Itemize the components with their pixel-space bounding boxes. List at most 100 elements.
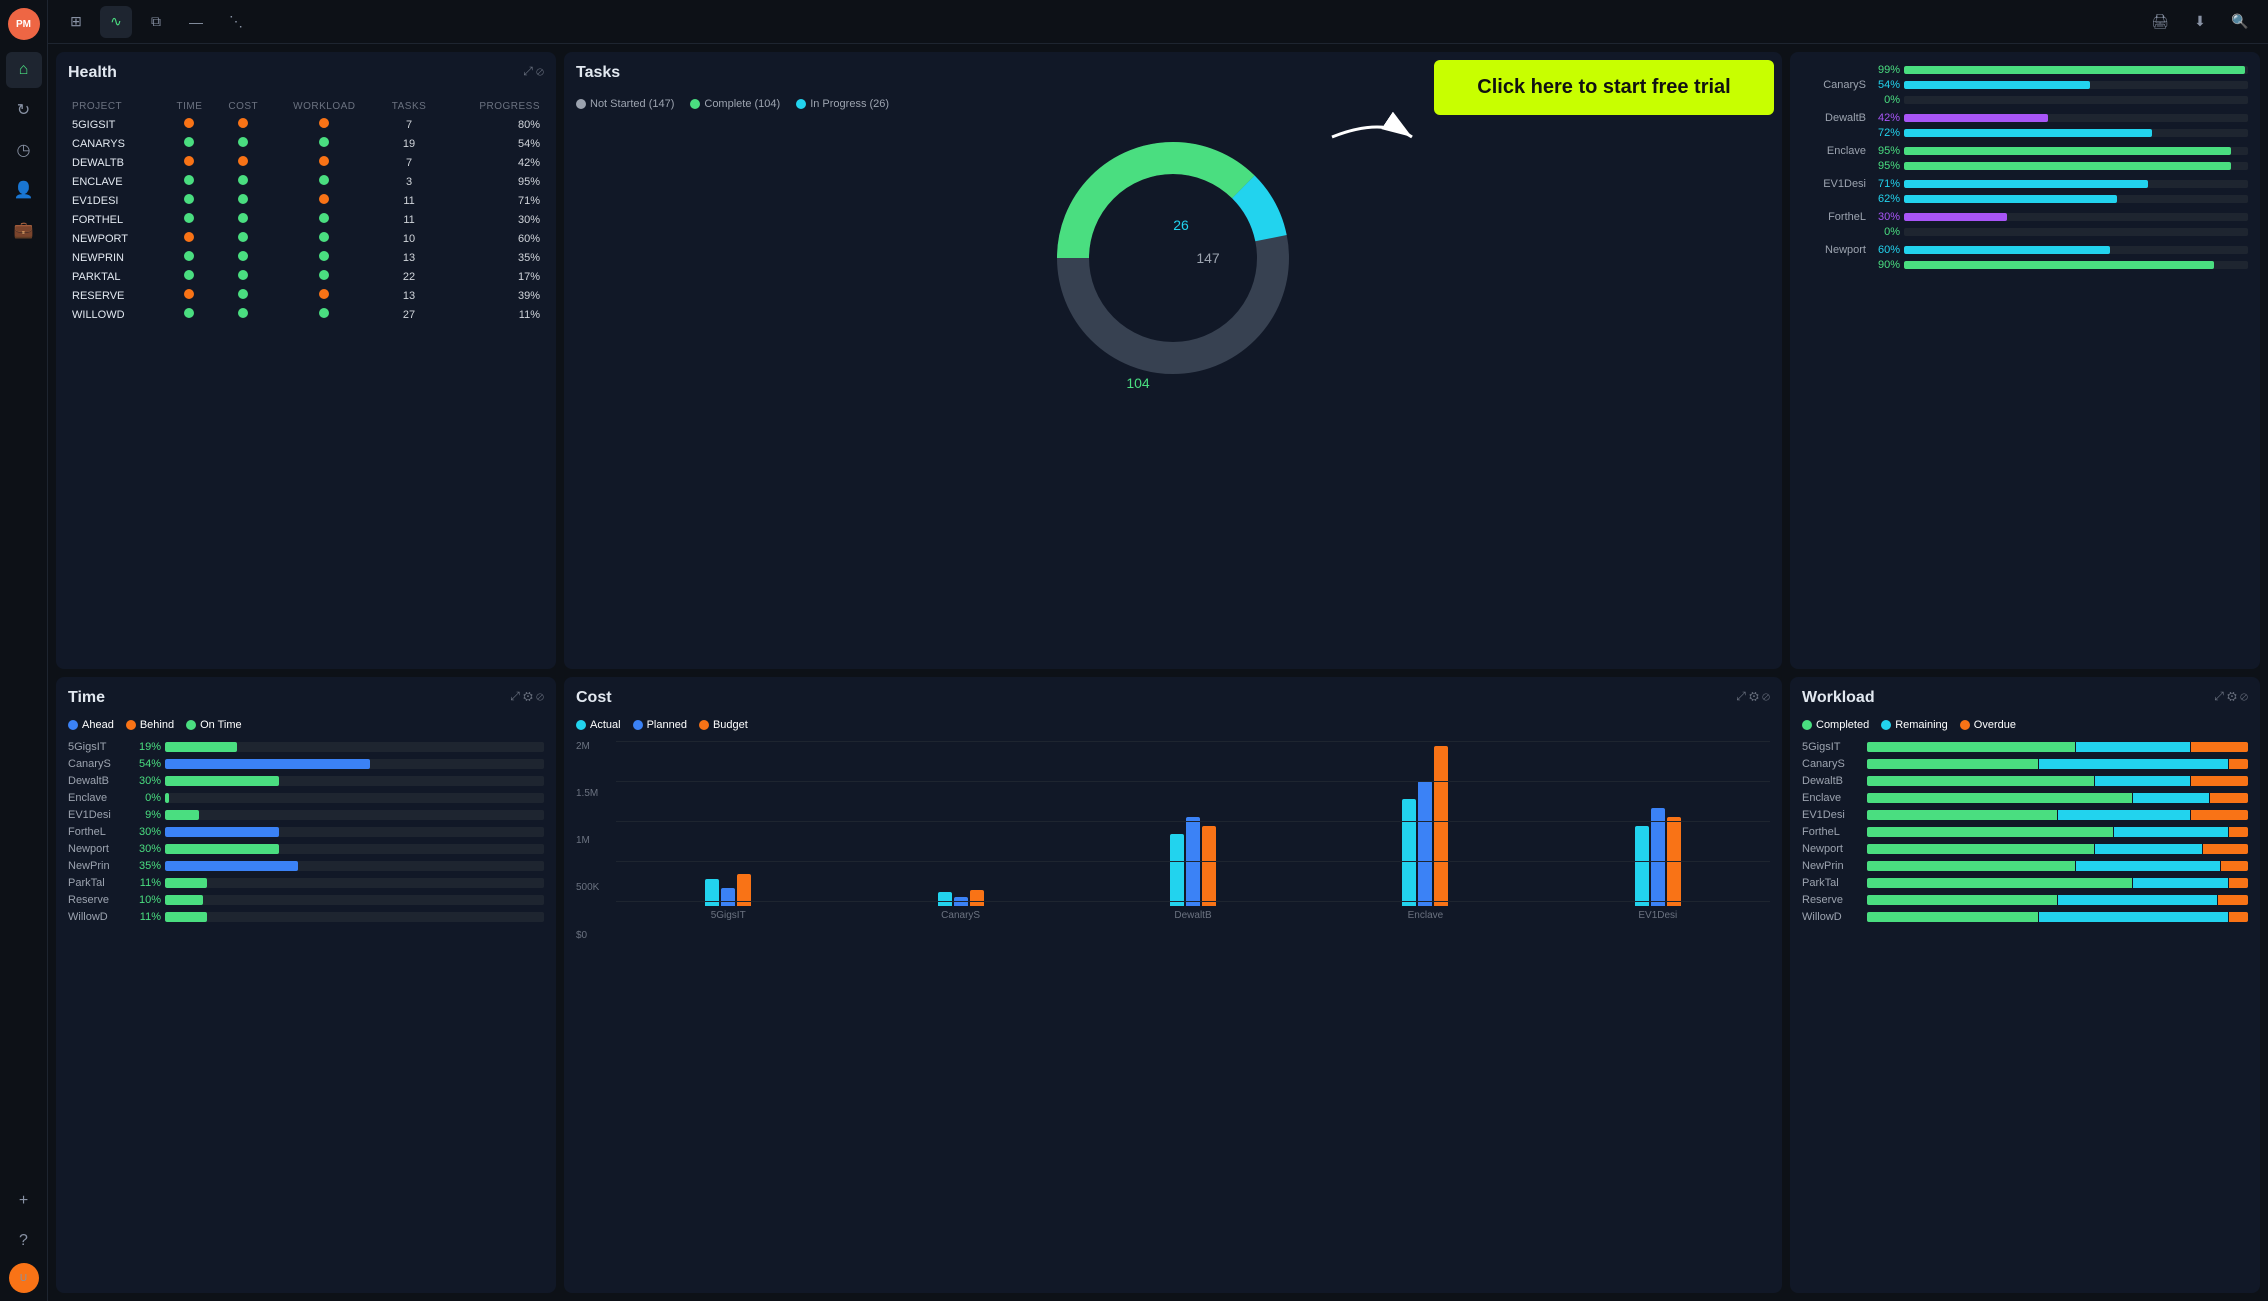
legend-complete: Complete (104) xyxy=(690,98,780,110)
cell-cost xyxy=(215,172,272,191)
workload-row: 5GigsIT xyxy=(1802,741,2248,753)
workload-row: WillowD xyxy=(1802,911,2248,923)
cell-cost xyxy=(215,305,272,324)
topbar-icon-grid[interactable]: ⊞ xyxy=(60,6,92,38)
svg-text:26: 26 xyxy=(1173,217,1189,233)
cell-project: DEWALTB xyxy=(68,153,164,172)
app-logo[interactable]: PM xyxy=(8,8,40,40)
legend-dot-not-started xyxy=(576,99,586,109)
cost-bar-group: Enclave xyxy=(1313,746,1537,921)
health-title: Health xyxy=(68,64,117,82)
workload-panel: Workload ⤢ ⚙ ⊘ Completed Remaining Overd… xyxy=(1790,677,2260,1294)
workload-expand[interactable]: ⤢ ⚙ ⊘ xyxy=(2214,689,2248,704)
cell-workload xyxy=(272,115,378,134)
workload-row: NewPrin xyxy=(1802,860,2248,872)
svg-text:147: 147 xyxy=(1196,250,1220,266)
col-time: TIME xyxy=(164,98,215,115)
cell-progress: 17% xyxy=(441,267,544,286)
cost-bar xyxy=(1434,746,1448,906)
workload-row: Newport xyxy=(1802,843,2248,855)
topbar-icon-print[interactable]: 🖨 xyxy=(2144,6,2176,38)
cell-cost xyxy=(215,134,272,153)
dot-overdue xyxy=(1960,720,1970,730)
sidebar: PM ⌂ ↻ ◷ 👤 💼 + ? U xyxy=(0,0,48,1301)
cost-expand[interactable]: ⤢ ⚙ ⊘ xyxy=(1736,689,1770,704)
cell-progress: 71% xyxy=(441,191,544,210)
cost-bar xyxy=(970,890,984,906)
progress-row: FortheL 30% 0% xyxy=(1802,211,2248,238)
cell-project: NEWPRIN xyxy=(68,248,164,267)
progress-row: Enclave 95% 95% xyxy=(1802,145,2248,172)
time-bar-row: ParkTal 11% xyxy=(68,877,544,889)
cost-bar xyxy=(1170,834,1184,905)
cost-bar xyxy=(1202,826,1216,906)
cell-project: ENCLAVE xyxy=(68,172,164,191)
time-bar-row: CanaryS 54% xyxy=(68,758,544,770)
time-bar-row: Reserve 10% xyxy=(68,894,544,906)
sidebar-icon-refresh[interactable]: ↻ xyxy=(6,92,42,128)
cell-workload xyxy=(272,286,378,305)
cell-tasks: 10 xyxy=(377,229,441,248)
topbar-icon-connect[interactable]: ⋱ xyxy=(220,6,252,38)
sidebar-icon-briefcase[interactable]: 💼 xyxy=(6,212,42,248)
cell-cost xyxy=(215,286,272,305)
tasks-panel: Tasks Click here to start free trial xyxy=(564,52,1782,669)
time-bar-row: 5GigsIT 19% xyxy=(68,741,544,753)
topbar-icon-copy[interactable]: ⧉ xyxy=(140,6,172,38)
dot-remaining xyxy=(1881,720,1891,730)
sidebar-icon-home[interactable]: ⌂ xyxy=(6,52,42,88)
cell-progress: 54% xyxy=(441,134,544,153)
topbar-icon-chart[interactable]: ∿ xyxy=(100,6,132,38)
table-row: EV1DESI 11 71% xyxy=(68,191,544,210)
workload-legend-remaining: Remaining xyxy=(1881,719,1948,731)
dot-planned xyxy=(633,720,643,730)
cell-cost xyxy=(215,191,272,210)
workload-row: Reserve xyxy=(1802,894,2248,906)
cost-legend-budget: Budget xyxy=(699,719,748,731)
workload-row: DewaltB xyxy=(1802,775,2248,787)
cell-tasks: 19 xyxy=(377,134,441,153)
progress-row: DewaltB 42% 72% xyxy=(1802,112,2248,139)
health-expand[interactable]: ⤢ ⊘ xyxy=(523,64,544,79)
cell-time xyxy=(164,153,215,172)
cta-button[interactable]: Click here to start free trial xyxy=(1434,60,1774,115)
sidebar-icon-plus[interactable]: + xyxy=(6,1183,42,1219)
sidebar-icon-help[interactable]: ? xyxy=(6,1223,42,1259)
cell-project: WILLOWD xyxy=(68,305,164,324)
time-panel: Time ⤢ ⚙ ⊘ Ahead Behind On Time 5GigsIT xyxy=(56,677,556,1294)
cell-project: RESERVE xyxy=(68,286,164,305)
time-bar-row: NewPrin 35% xyxy=(68,860,544,872)
cta-arrow-container xyxy=(1322,107,1422,170)
sidebar-icon-avatar[interactable]: U xyxy=(9,1263,39,1293)
cell-workload xyxy=(272,172,378,191)
cell-time xyxy=(164,267,215,286)
time-bar-row: FortheL 30% xyxy=(68,826,544,838)
cell-tasks: 3 xyxy=(377,172,441,191)
legend-dot-complete xyxy=(690,99,700,109)
tasks-title: Tasks xyxy=(576,64,620,82)
table-row: PARKTAL 22 17% xyxy=(68,267,544,286)
sidebar-icon-clock[interactable]: ◷ xyxy=(6,132,42,168)
topbar-icon-search[interactable]: 🔍 xyxy=(2224,6,2256,38)
cell-tasks: 22 xyxy=(377,267,441,286)
legend-not-started: Not Started (147) xyxy=(576,98,674,110)
cell-time xyxy=(164,210,215,229)
time-legend-behind: Behind xyxy=(126,719,174,731)
time-expand[interactable]: ⤢ ⚙ ⊘ xyxy=(510,689,544,704)
cell-project: PARKTAL xyxy=(68,267,164,286)
cost-bar xyxy=(954,897,968,906)
cost-bar xyxy=(1667,817,1681,906)
sidebar-icon-users[interactable]: 👤 xyxy=(6,172,42,208)
cell-workload xyxy=(272,210,378,229)
topbar-icon-minus[interactable]: — xyxy=(180,6,212,38)
dot-actual xyxy=(576,720,586,730)
cost-legend-planned: Planned xyxy=(633,719,687,731)
cell-workload xyxy=(272,305,378,324)
legend-dot-in-progress xyxy=(796,99,806,109)
table-row: NEWPORT 10 60% xyxy=(68,229,544,248)
cell-project: NEWPORT xyxy=(68,229,164,248)
cost-legend-actual: Actual xyxy=(576,719,621,731)
topbar-icon-filter[interactable]: ⬇ xyxy=(2184,6,2216,38)
progress-panel: 99% CanaryS 54% 0% DewaltB 42% 72% Enc xyxy=(1790,52,2260,669)
cell-progress: 30% xyxy=(441,210,544,229)
